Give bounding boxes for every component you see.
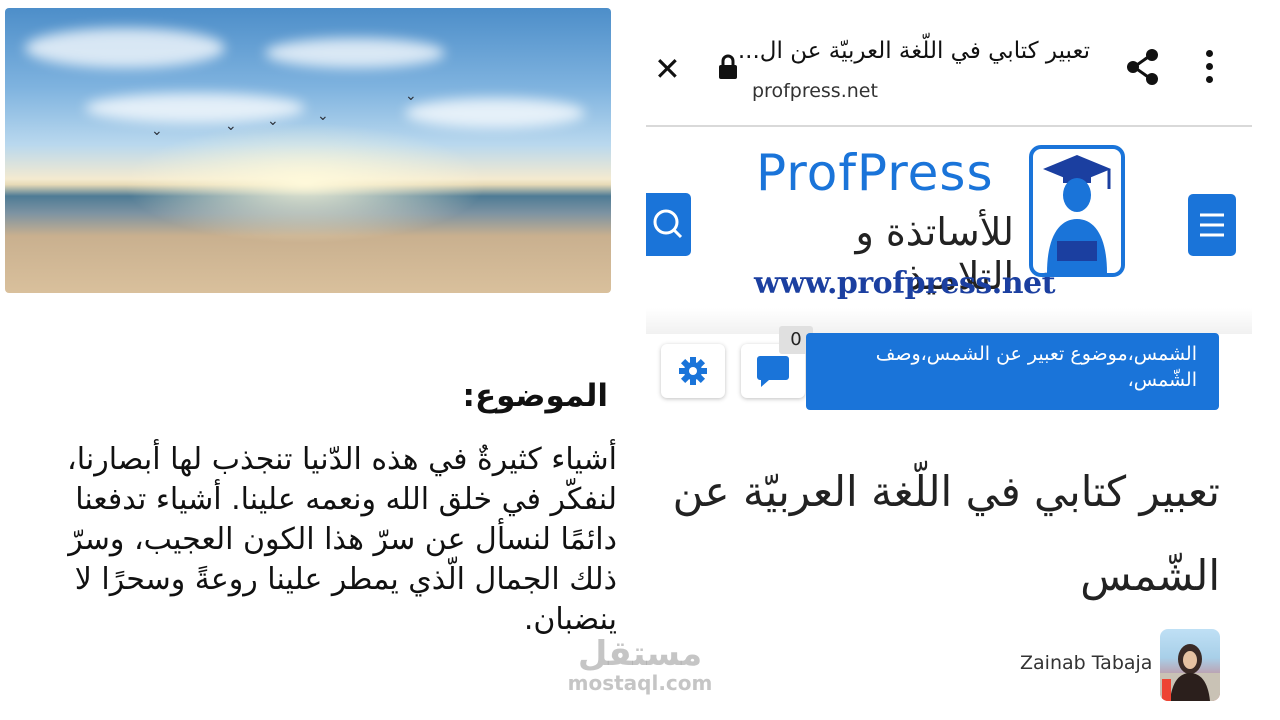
excerpt-label: الموضوع: <box>462 378 608 414</box>
author-name[interactable]: Zainab Tabaja <box>1020 652 1152 674</box>
settings-button[interactable] <box>661 344 725 398</box>
lock-icon <box>719 54 737 79</box>
avatar-portrait <box>1160 644 1220 701</box>
close-icon[interactable]: ✕ <box>654 50 681 88</box>
logo-name: ProfPress <box>756 144 994 202</box>
post-tags: الشمس،موضوع تعبير عن الشمس،وصف الشّمس، <box>875 343 1197 391</box>
article-title: تعبير كتابي في اللّغة العربيّة عن الشّمس <box>672 467 1220 600</box>
logo-url: www.profpress.net <box>754 266 1055 301</box>
page-url: profpress.net <box>752 80 878 102</box>
site-logo[interactable]: ProfPress للأساتذة و التلاميذ www.profpr… <box>752 140 1132 310</box>
author-avatar[interactable] <box>1160 629 1220 701</box>
share-icon[interactable] <box>1126 48 1160 86</box>
search-button[interactable] <box>646 193 691 256</box>
watermark: مستقل mostaql.com <box>560 636 720 694</box>
browser-toolbar: ✕ تعبير كتابي في اللّغة العربيّة عن ال..… <box>646 30 1252 126</box>
page-title: تعبير كتابي في اللّغة العربيّة عن ال... <box>737 38 1090 64</box>
watermark-arabic: مستقل <box>577 634 703 674</box>
tags-box[interactable]: الشمس،موضوع تعبير عن الشمس،وصف الشّمس، <box>806 333 1219 410</box>
watermark-latin: mostaql.com <box>567 671 713 695</box>
toolbar-divider <box>646 125 1252 127</box>
gear-icon <box>679 357 707 385</box>
menu-button[interactable] <box>1188 194 1236 256</box>
beach-photo: ⌄ ⌄ ⌄ ⌄ ⌄ <box>5 8 611 293</box>
excerpt-body: أشياء كثيرةٌ في هذه الدّنيا تنجذب لها أب… <box>67 442 617 637</box>
search-icon <box>653 209 683 239</box>
graduate-icon <box>1029 145 1125 277</box>
header-shadow <box>646 308 1252 334</box>
menu-icon <box>1200 213 1224 237</box>
more-vert-icon[interactable] <box>1206 50 1214 89</box>
